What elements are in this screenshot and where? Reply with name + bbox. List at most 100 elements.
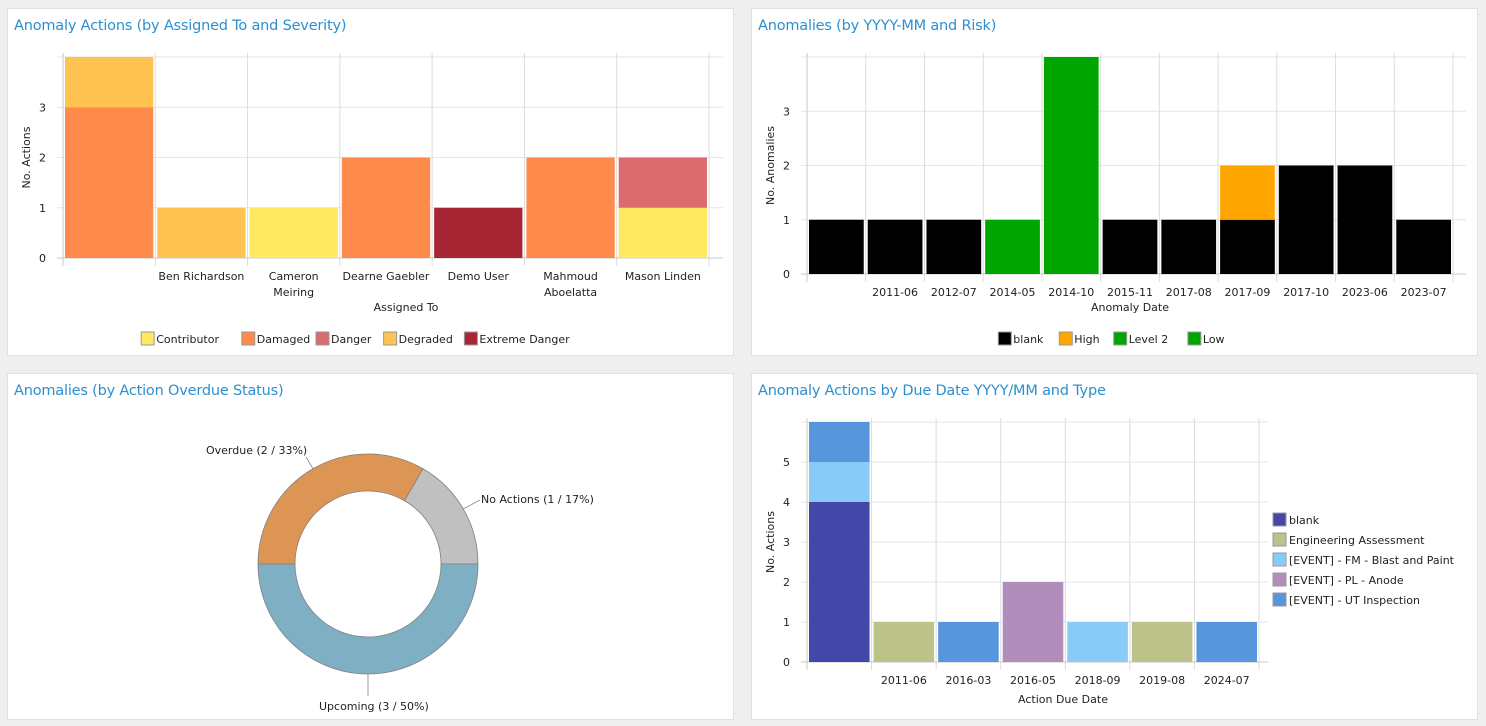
legend-swatch-degraded <box>383 331 398 346</box>
x-tick-label: 2011-06 <box>872 286 918 299</box>
bar-contributor <box>618 207 707 258</box>
bar-blank <box>867 219 923 274</box>
legend-label: Danger <box>331 333 372 346</box>
bar-degraded <box>157 207 246 258</box>
x-tick-label: Aboelatta <box>544 286 597 299</box>
legend-swatch-contributor <box>140 331 155 346</box>
legend-swatch-danger <box>315 331 330 346</box>
donut-slice-no-actions <box>403 468 479 565</box>
bar-event-fm-blast-and-paint <box>1067 622 1128 662</box>
legend-swatch-damaged <box>241 331 256 346</box>
bar-extreme-danger <box>434 207 523 258</box>
bar-degraded <box>65 57 154 108</box>
x-tick-label: Cameron <box>269 270 319 283</box>
x-tick-label: 2017-09 <box>1224 286 1270 299</box>
bar-high <box>1220 165 1275 220</box>
x-tick-label: 2017-10 <box>1283 286 1329 299</box>
bar-blank <box>1220 219 1275 274</box>
assigned-severity-chart: 0 1 2 3 No. Actions Ben Richardson Cameron Meir… <box>20 53 723 346</box>
legend-swatch-engineering-assessment <box>1272 532 1287 547</box>
bar-engineering-assessment <box>1131 622 1193 662</box>
y-axis-label: No. Actions <box>764 511 777 573</box>
legend-swatch-event-pl-anode <box>1272 572 1287 587</box>
legend-label: [EVENT] - UT Inspection <box>1289 594 1420 607</box>
x-tick-label: 2014-10 <box>1048 286 1094 299</box>
bar-blank <box>1161 219 1217 274</box>
overdue-status-panel: Anomalies (by Action Overdue Status) Ove… <box>7 373 734 720</box>
y-axis-label: No. Anomalies <box>764 126 777 205</box>
due-date-type-chart: 0 1 2 3 4 5 No. Actions 2011-06 2016-03 2016-05 20… <box>764 418 1455 706</box>
assigned-severity-panel: Anomaly Actions (by Assigned To and Seve… <box>7 8 734 356</box>
legend-label: blank <box>1013 333 1044 346</box>
x-tick-label: 2016-03 <box>945 674 991 687</box>
bar-blank <box>1102 219 1158 274</box>
bar-blank <box>809 502 870 662</box>
legend-swatch-event-ut-inspection <box>1272 592 1287 607</box>
x-axis-label: Action Due Date <box>1018 693 1108 706</box>
x-tick-label: Ben Richardson <box>158 270 244 283</box>
x-tick-label: Demo User <box>448 270 510 283</box>
x-tick-label: 2018-09 <box>1075 674 1121 687</box>
y-tick-label: 0 <box>783 268 790 281</box>
x-tick-label: Mahmoud <box>543 270 598 283</box>
x-tick-label: 2023-06 <box>1342 286 1388 299</box>
x-tick-label: 2023-07 <box>1401 286 1447 299</box>
legend-label: Degraded <box>399 333 453 346</box>
bar-contributor <box>249 207 338 258</box>
bar-blank <box>926 219 982 274</box>
y-tick-label: 4 <box>783 496 790 509</box>
x-tick-label: 2015-11 <box>1107 286 1153 299</box>
legend-label: Low <box>1203 333 1225 346</box>
x-tick-label: 2024-07 <box>1204 674 1250 687</box>
y-tick-label: 3 <box>39 101 46 114</box>
bar-danger <box>618 157 707 208</box>
y-tick-label: 3 <box>783 105 790 118</box>
y-tick-label: 2 <box>783 576 790 589</box>
bar-damaged <box>341 157 431 258</box>
bar-blank <box>1337 165 1393 274</box>
legend-label: High <box>1074 333 1099 346</box>
bar-blank <box>809 219 864 274</box>
slice-label: Upcoming (3 / 50%) <box>319 700 429 713</box>
y-tick-label: 3 <box>783 536 790 549</box>
legend-swatch-extreme-danger <box>463 331 478 346</box>
legend-label: Contributor <box>156 333 219 346</box>
x-tick-label: 2016-05 <box>1010 674 1056 687</box>
y-tick-label: 1 <box>783 616 790 629</box>
bar-event-pl-anode <box>1002 582 1064 662</box>
legend-label: [EVENT] - FM - Blast and Paint <box>1289 554 1455 567</box>
overdue-status-chart: Overdue (2 / 33%) No Actions (1 / 17%) Upc… <box>206 444 594 713</box>
bar-event-ut-inspection <box>938 622 999 662</box>
y-tick-label: 2 <box>783 160 790 173</box>
x-tick-label: 2019-08 <box>1139 674 1185 687</box>
bar-blank <box>1278 165 1334 274</box>
legend-label: Level 2 <box>1129 333 1169 346</box>
legend-swatch-high <box>1058 331 1073 346</box>
legend-swatch-blank <box>997 331 1012 346</box>
y-tick-label: 0 <box>39 252 46 265</box>
bar-damaged <box>526 157 615 258</box>
leader-line <box>463 499 481 510</box>
y-tick-label: 1 <box>39 202 46 215</box>
legend-label: Engineering Assessment <box>1289 534 1425 547</box>
x-tick-label: 2017-08 <box>1166 286 1212 299</box>
risk-panel: Anomalies (by YYYY-MM and Risk) 0 1 2 3 No. … <box>751 8 1478 356</box>
legend-swatch-blank <box>1272 512 1287 527</box>
x-axis-label: Anomaly Date <box>1091 301 1169 314</box>
x-tick-label: Meiring <box>273 286 314 299</box>
donut-slice-upcoming <box>257 563 479 675</box>
bar-event-ut-inspection <box>809 422 870 462</box>
bar-blank <box>1396 219 1451 274</box>
x-tick-label: 2014-05 <box>990 286 1036 299</box>
y-tick-label: 5 <box>783 456 790 469</box>
bar-damaged <box>65 107 154 258</box>
risk-chart: 0 1 2 3 No. Anomalies 2011-06 2012-07 2014-05 20… <box>764 53 1466 346</box>
bar-low <box>985 219 1040 274</box>
x-axis-label: Assigned To <box>374 301 439 314</box>
x-tick-label: Dearne Gaebler <box>343 270 430 283</box>
legend-label: Damaged <box>257 333 310 346</box>
legend-swatch-level-2 <box>1113 331 1128 346</box>
bar-event-ut-inspection <box>1196 622 1257 662</box>
legend-label: [EVENT] - PL - Anode <box>1289 574 1404 587</box>
donut-slice-overdue <box>257 453 424 565</box>
